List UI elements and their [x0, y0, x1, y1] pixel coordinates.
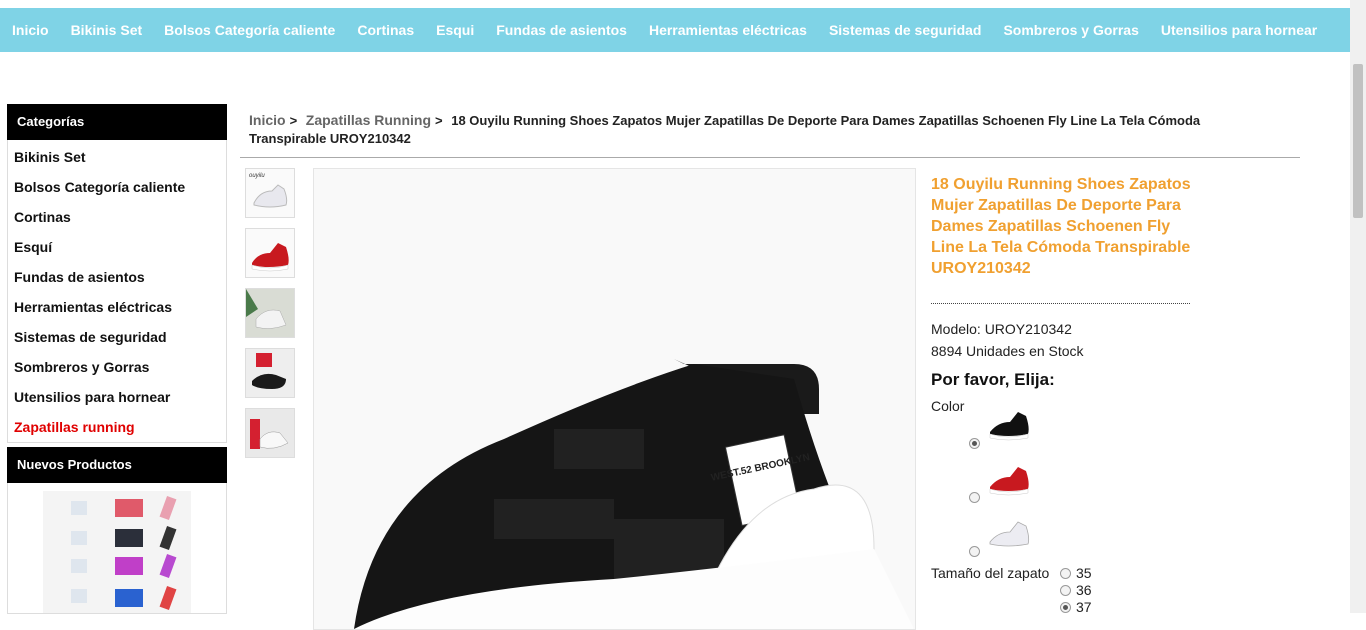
color-radio-red[interactable] [969, 492, 980, 503]
nav-esqui[interactable]: Esqui [425, 22, 485, 38]
new-product-image[interactable] [43, 491, 191, 613]
new-product-box [7, 483, 227, 614]
nav-sistemas[interactable]: Sistemas de seguridad [818, 22, 993, 38]
breadcrumb-separator: > [435, 113, 443, 128]
nav-fundas[interactable]: Fundas de asientos [485, 22, 638, 38]
color-swatch-white[interactable] [984, 508, 1034, 558]
category-item[interactable]: Sombreros y Gorras [8, 352, 226, 382]
category-item[interactable]: Bolsos Categoría caliente [8, 172, 226, 202]
size-label: Tamaño del zapato [931, 565, 1050, 581]
thumbnail-1[interactable]: ouyilu [245, 168, 295, 218]
main-product-image[interactable]: WEST.52 BROOKLYN [313, 168, 916, 630]
title-divider [931, 303, 1190, 304]
nav-utensilios[interactable]: Utensilios para hornear [1150, 22, 1328, 38]
size-radio-selected[interactable] [1060, 602, 1071, 613]
sidebar: Categorías Bikinis Set Bolsos Categoría … [7, 104, 227, 614]
nav-bolsos[interactable]: Bolsos Categoría caliente [153, 22, 346, 38]
size-value: 36 [1076, 582, 1092, 598]
breadcrumb-category[interactable]: Zapatillas Running [306, 112, 431, 128]
nav-cortinas[interactable]: Cortinas [346, 22, 425, 38]
color-swatch-black[interactable] [984, 398, 1034, 448]
divider [240, 157, 1300, 158]
nav-herramientas[interactable]: Herramientas eléctricas [638, 22, 818, 38]
category-item[interactable]: Utensilios para hornear [8, 382, 226, 412]
color-swatch-red[interactable] [984, 453, 1034, 503]
category-item[interactable]: Sistemas de seguridad [8, 322, 226, 352]
size-option-36[interactable]: 36 [1060, 582, 1092, 598]
page-scrollbar[interactable] [1350, 0, 1366, 613]
color-label: Color [931, 398, 965, 414]
thumbnail-3[interactable] [245, 288, 295, 338]
category-item-active[interactable]: Zapatillas running [8, 412, 226, 442]
scrollbar-thumb[interactable] [1353, 64, 1363, 218]
product-model: Modelo: UROY210342 [931, 321, 1072, 337]
thumbnail-strip: ouyilu [245, 168, 295, 468]
category-item[interactable]: Bikinis Set [8, 142, 226, 172]
nav-inicio[interactable]: Inicio [0, 22, 60, 38]
color-radio-white[interactable] [969, 546, 980, 557]
breadcrumb: Inicio > Zapatillas Running > 18 Ouyilu Ru… [249, 111, 1269, 148]
category-list: Bikinis Set Bolsos Categoría caliente Co… [7, 140, 227, 443]
breadcrumb-home[interactable]: Inicio [249, 112, 286, 128]
size-value: 35 [1076, 565, 1092, 581]
size-radio[interactable] [1060, 568, 1071, 579]
product-meta: Modelo: UROY210342 8894 Unidades en Stoc… [931, 318, 1084, 362]
nav-bikinis-set[interactable]: Bikinis Set [60, 22, 154, 38]
thumbnail-5[interactable] [245, 408, 295, 458]
product-title: 18 Ouyilu Running Shoes Zapatos Mujer Za… [931, 176, 1191, 277]
color-radio-black[interactable] [969, 438, 980, 449]
categories-header: Categorías [7, 104, 227, 140]
category-item[interactable]: Herramientas eléctricas [8, 292, 226, 322]
product-stock: 8894 Unidades en Stock [931, 343, 1084, 359]
category-item[interactable]: Esquí [8, 232, 226, 262]
size-option-35[interactable]: 35 [1060, 565, 1092, 581]
nav-sombreros[interactable]: Sombreros y Gorras [992, 22, 1149, 38]
thumbnail-2[interactable] [245, 228, 295, 278]
options-heading: Por favor, Elija: [931, 370, 1055, 389]
breadcrumb-separator: > [289, 113, 298, 128]
size-radio[interactable] [1060, 585, 1071, 596]
thumbnail-4[interactable] [245, 348, 295, 398]
top-nav: Inicio Bikinis Set Bolsos Categoría cali… [0, 8, 1350, 52]
thumbnail-watermark: ouyilu [249, 173, 265, 179]
category-item[interactable]: Fundas de asientos [8, 262, 226, 292]
category-item[interactable]: Cortinas [8, 202, 226, 232]
new-products-header: Nuevos Productos [7, 447, 227, 483]
